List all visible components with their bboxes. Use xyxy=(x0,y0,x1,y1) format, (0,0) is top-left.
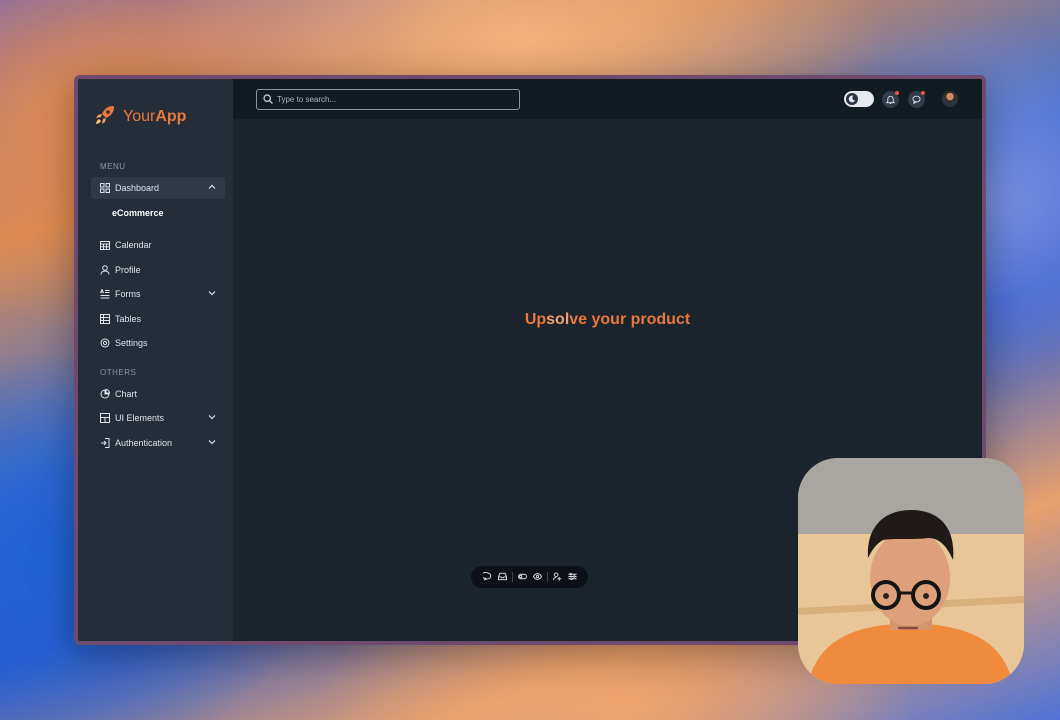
notification-button[interactable] xyxy=(882,91,899,108)
rocket-icon xyxy=(93,103,117,132)
search-icon xyxy=(263,91,277,109)
sidebar-item-label: UI Elements xyxy=(115,413,165,424)
login-icon xyxy=(100,437,110,448)
sidebar-item-label: Chart xyxy=(115,388,138,399)
bell-icon xyxy=(885,91,896,109)
sidebar-item-label: Settings xyxy=(115,337,148,348)
sidebar-item-authentication[interactable]: Authentication xyxy=(91,432,225,454)
moon-icon xyxy=(846,93,858,105)
chevron-down-icon xyxy=(208,438,216,448)
sidebar-subitem-ecommerce[interactable]: eCommerce xyxy=(91,201,225,225)
sidebar-item-label: Authentication xyxy=(115,437,173,448)
toggle-button[interactable] xyxy=(515,568,530,586)
user-icon xyxy=(100,264,110,275)
sidebar-item-profile[interactable]: Profile xyxy=(91,259,225,281)
menu-section-label: MENU xyxy=(100,162,126,171)
sidebar-item-label: Forms xyxy=(115,289,141,300)
messages-button[interactable] xyxy=(908,91,925,108)
toolbar-divider xyxy=(546,572,548,582)
sliders-button[interactable] xyxy=(565,568,580,586)
toolbar-divider xyxy=(511,572,513,582)
sidebar-item-settings[interactable]: Settings xyxy=(91,332,225,354)
forms-icon xyxy=(100,289,110,299)
sidebar: YourApp MENU Dashboard eCommerce Calenda… xyxy=(78,79,233,641)
sidebar-item-label: Tables xyxy=(115,313,142,324)
grid-icon xyxy=(100,183,110,193)
table-icon xyxy=(100,313,110,324)
user-settings-icon xyxy=(552,568,562,586)
sidebar-item-label: Dashboard xyxy=(115,183,160,193)
chevron-up-icon xyxy=(208,183,216,193)
avatar[interactable] xyxy=(942,91,958,107)
topbar xyxy=(233,79,982,119)
webcam-overlay[interactable] xyxy=(798,458,1024,684)
sidebar-item-ui-elements[interactable]: UI Elements xyxy=(91,407,225,429)
sliders-icon xyxy=(567,568,577,586)
comment-button[interactable] xyxy=(480,568,495,586)
chevron-down-icon xyxy=(208,413,216,423)
inbox-button[interactable] xyxy=(495,568,510,586)
sidebar-item-tables[interactable]: Tables xyxy=(91,308,225,330)
gear-icon xyxy=(100,338,110,348)
chat-icon xyxy=(912,91,921,109)
notification-badge xyxy=(895,91,899,95)
eye-icon xyxy=(532,568,542,586)
comment-icon xyxy=(480,568,492,586)
floating-toolbar xyxy=(471,566,588,588)
main-nav: Dashboard eCommerce Calendar Profile For… xyxy=(91,177,225,354)
calendar-icon xyxy=(100,240,110,251)
layout-icon xyxy=(100,413,110,424)
sidebar-item-chart[interactable]: Chart xyxy=(91,383,225,405)
headline: Upsolve your product xyxy=(524,311,691,328)
theme-toggle[interactable] xyxy=(844,91,874,107)
sidebar-item-calendar[interactable]: Calendar xyxy=(91,234,225,256)
sidebar-item-dashboard[interactable]: Dashboard xyxy=(91,177,225,199)
logo[interactable]: YourApp xyxy=(78,79,233,139)
search-box xyxy=(256,89,520,110)
chevron-down-icon xyxy=(208,289,216,299)
inbox-icon xyxy=(497,568,507,586)
pie-chart-icon xyxy=(100,388,110,399)
sidebar-item-label: Calendar xyxy=(115,240,152,251)
message-badge xyxy=(921,91,925,95)
logo-text: YourApp xyxy=(123,108,187,125)
toggle-icon xyxy=(517,568,527,586)
sidebar-item-forms[interactable]: Forms xyxy=(91,283,225,305)
preview-button[interactable] xyxy=(530,568,545,586)
webcam-person-image xyxy=(798,458,1024,684)
sidebar-item-label: Profile xyxy=(115,264,141,275)
others-nav: Chart UI Elements Authentication xyxy=(91,383,225,454)
search-input[interactable] xyxy=(277,95,507,104)
others-section-label: OTHERS xyxy=(100,367,137,377)
user-settings-button[interactable] xyxy=(550,568,565,586)
